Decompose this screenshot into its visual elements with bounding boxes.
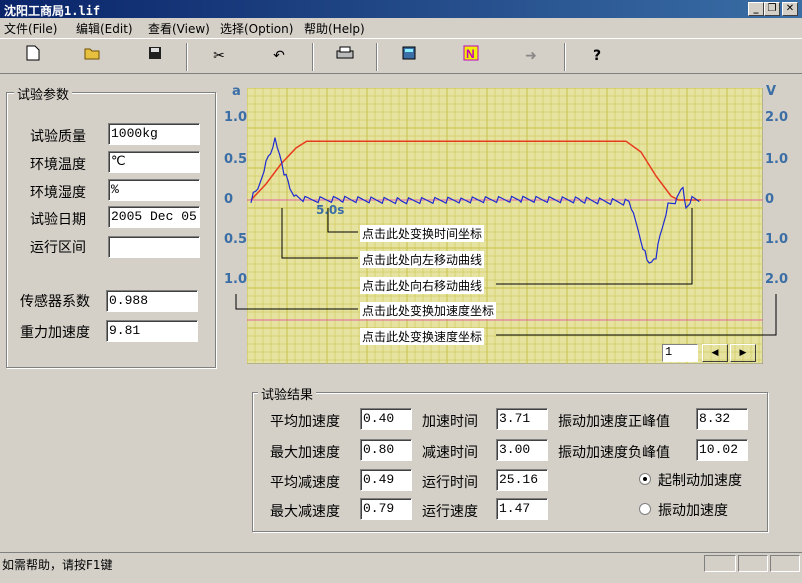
avg-acc-label: 平均加速度 — [270, 414, 340, 430]
time-marker[interactable]: 5.0s — [316, 203, 344, 217]
status-panel — [738, 555, 768, 572]
run-time-field[interactable]: 25.16 — [496, 469, 548, 491]
dec-time-field[interactable]: 3.00 — [496, 439, 548, 461]
status-text: 如需帮助，请按F1键 — [2, 558, 113, 572]
dec-time-label: 减速时间 — [422, 445, 478, 461]
acc-time-field[interactable]: 3.71 — [496, 408, 548, 430]
vib-pos-field[interactable]: 8.32 — [696, 408, 748, 430]
max-dec-label: 最大减速度 — [270, 504, 340, 520]
radio-vibration-accel-label: 振动加速度 — [658, 503, 728, 519]
callout-accel-axis[interactable]: 点击此处变换加速度坐标 — [360, 302, 497, 319]
vib-pos-label: 振动加速度正峰值 — [558, 414, 670, 430]
callout-speed-axis[interactable]: 点击此处变换速度坐标 — [360, 328, 485, 345]
page-next-button[interactable]: ▶ — [730, 344, 756, 362]
status-bar: 如需帮助，请按F1键 — [0, 552, 802, 574]
vib-neg-field[interactable]: 10.02 — [696, 439, 748, 461]
page-scroller: 1 ◀ ▶ — [662, 344, 758, 362]
page-input[interactable]: 1 — [662, 344, 698, 362]
page-prev-button[interactable]: ◀ — [702, 344, 728, 362]
vib-neg-label: 振动加速度负峰值 — [558, 445, 670, 461]
callout-shift-right[interactable]: 点击此处向右移动曲线 — [360, 277, 485, 294]
callout-shift-left[interactable]: 点击此处向左移动曲线 — [360, 251, 485, 268]
results-title: 试验结果 — [258, 384, 317, 403]
run-speed-field[interactable]: 1.47 — [496, 498, 548, 520]
callout-time-axis[interactable]: 点击此处变换时间坐标 — [360, 225, 485, 242]
acc-time-label: 加速时间 — [422, 414, 478, 430]
run-speed-label: 运行速度 — [422, 504, 478, 520]
avg-dec-field[interactable]: 0.49 — [360, 469, 412, 491]
run-time-label: 运行时间 — [422, 475, 478, 491]
max-acc-field[interactable]: 0.80 — [360, 439, 412, 461]
radio-brake-accel-label: 起制动加速度 — [658, 473, 742, 489]
radio-vibration-accel[interactable] — [639, 503, 651, 515]
max-acc-label: 最大加速度 — [270, 445, 340, 461]
max-dec-field[interactable]: 0.79 — [360, 498, 412, 520]
avg-acc-field[interactable]: 0.40 — [360, 408, 412, 430]
status-panel — [704, 555, 736, 572]
avg-dec-label: 平均减速度 — [270, 475, 340, 491]
status-panel — [770, 555, 800, 572]
radio-brake-accel[interactable] — [639, 473, 651, 485]
